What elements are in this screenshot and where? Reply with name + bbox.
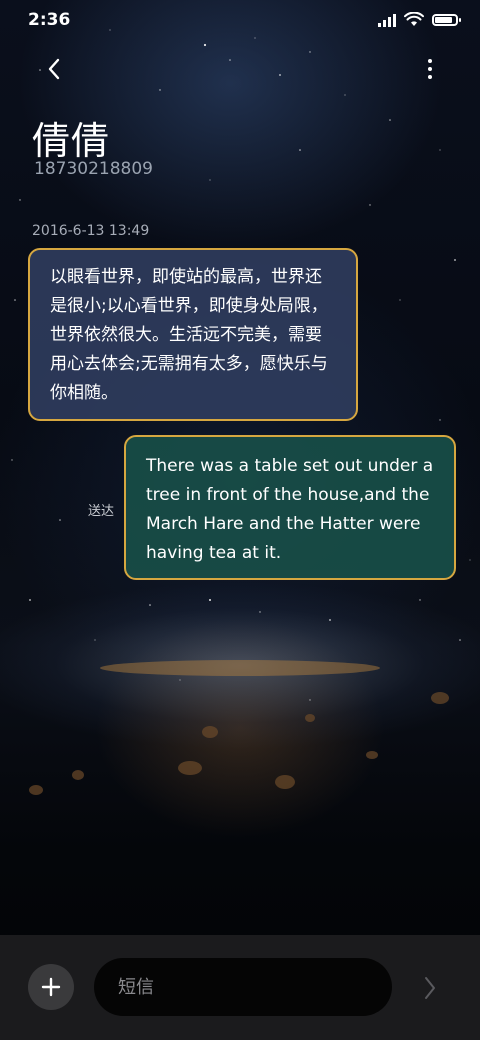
send-button[interactable] — [416, 972, 444, 1004]
battery-level — [435, 16, 452, 23]
battery-icon — [432, 13, 461, 26]
chevron-right-icon — [425, 977, 435, 999]
signal-icon — [378, 13, 396, 27]
incoming-message-bubble[interactable]: 以眼看世界，即使站的最高，世界还是很小;以心看世界，即使身处局限，世界依然很大。… — [28, 248, 358, 421]
more-options-button[interactable] — [418, 54, 442, 84]
outgoing-message-bubble[interactable]: There was a table set out under a tree i… — [124, 435, 456, 580]
delivery-status: 送达 — [88, 504, 115, 519]
add-attachment-button[interactable] — [28, 964, 74, 1010]
status-bar: 2:36 — [0, 0, 480, 40]
status-time: 2:36 — [28, 10, 71, 30]
message-input[interactable] — [94, 958, 392, 1016]
contact-name: 倩倩 — [32, 119, 111, 163]
incoming-message-text: 以眼看世界，即使站的最高，世界还是很小;以心看世界，即使身处局限，世界依然很大。… — [50, 267, 328, 403]
wifi-icon — [404, 12, 424, 26]
message-timestamp: 2016-6-13 13:49 — [32, 223, 150, 239]
plus-icon — [41, 977, 61, 997]
outgoing-message-text: There was a table set out under a tree i… — [146, 456, 434, 563]
contact-number: 18730218809 — [34, 159, 153, 179]
chevron-left-icon — [48, 58, 60, 80]
status-icons — [378, 12, 461, 27]
more-vertical-icon — [428, 59, 432, 63]
back-button[interactable] — [36, 52, 72, 86]
